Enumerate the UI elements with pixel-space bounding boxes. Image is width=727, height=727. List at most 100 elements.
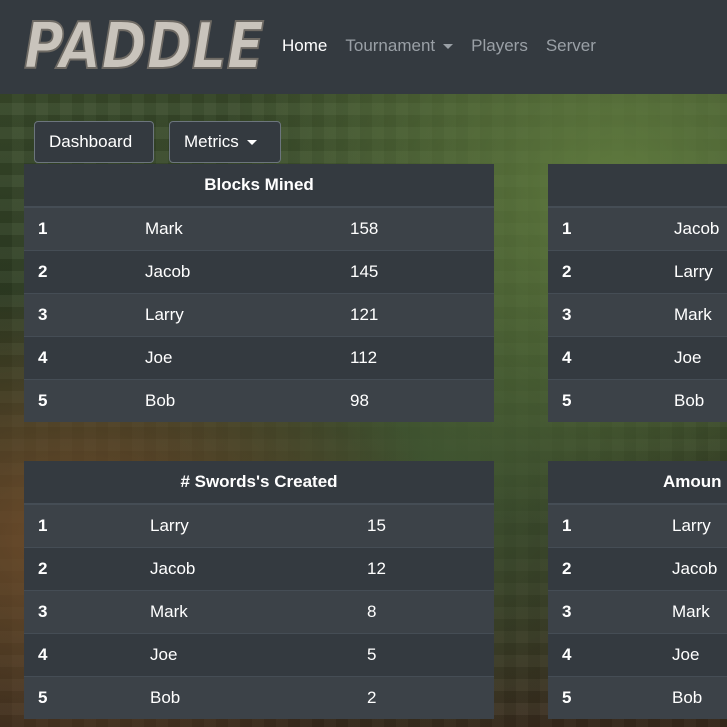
value-cell: 15 bbox=[367, 516, 386, 535]
rank-cell: 3 bbox=[562, 602, 572, 621]
value-cell: 145 bbox=[350, 262, 379, 281]
rank-cell: 2 bbox=[38, 262, 48, 281]
table-row: 5 Bob bbox=[548, 379, 727, 422]
metrics-button-label: Metrics bbox=[184, 132, 239, 151]
value-cell: 121 bbox=[350, 305, 379, 324]
table-title: Blocks Mined bbox=[24, 164, 494, 207]
player-name-cell: Joe bbox=[674, 348, 702, 367]
player-name-cell: Bob bbox=[674, 391, 705, 410]
player-name-cell: Mark bbox=[674, 305, 712, 324]
rank-cell: 1 bbox=[562, 219, 572, 238]
table-body: 1 Larry 15 2 Jacob 12 3 Mark 8 4 Joe 5 5… bbox=[24, 504, 494, 719]
rank-cell: 5 bbox=[562, 391, 572, 410]
table-row: 3 Mark bbox=[548, 293, 727, 336]
nav-players-label: Players bbox=[471, 36, 528, 55]
table-row: 1 Jacob bbox=[548, 207, 727, 250]
value-cell: 12 bbox=[367, 559, 386, 578]
blocks-mined-table: Blocks Mined 1 Mark 158 2 Jacob 145 3 La… bbox=[24, 164, 494, 422]
nav-home-label: Home bbox=[282, 36, 328, 55]
value-cell: 98 bbox=[350, 391, 369, 410]
value-cell: 112 bbox=[350, 348, 378, 367]
brand-logo-text: PADDLE bbox=[24, 10, 264, 76]
player-name-cell: Jacob bbox=[145, 262, 191, 281]
nav-home[interactable]: Home bbox=[282, 36, 327, 56]
table-row: 5 Bob bbox=[548, 676, 727, 719]
table-row: 2 Jacob bbox=[548, 547, 727, 590]
navbar: PADDLE Home Tournament Players Server bbox=[0, 0, 727, 94]
player-name-cell: Larry bbox=[674, 262, 713, 281]
table-row: 2 Larry bbox=[548, 250, 727, 293]
table-row: 4 Joe 112 bbox=[24, 336, 494, 379]
player-name-cell: Joe bbox=[150, 645, 178, 664]
player-name-cell: Jacob bbox=[674, 219, 720, 238]
table-row: 5 Bob 2 bbox=[24, 676, 494, 719]
top-right-table: 1 Jacob 2 Larry 3 Mark 4 Joe 5 Bob bbox=[548, 164, 727, 422]
value-cell: 8 bbox=[367, 602, 377, 621]
table-row: 5 Bob 98 bbox=[24, 379, 494, 422]
player-name-cell: Larry bbox=[145, 305, 184, 324]
nav-tournament-dropdown[interactable]: Tournament bbox=[345, 36, 454, 56]
table-row: 2 Jacob 145 bbox=[24, 250, 494, 293]
table-row: 4 Joe 5 bbox=[24, 633, 494, 676]
rank-cell: 2 bbox=[562, 559, 572, 578]
dashboard-button[interactable]: Dashboard bbox=[34, 121, 154, 163]
player-name-cell: Jacob bbox=[672, 559, 718, 578]
value-cell: 158 bbox=[350, 219, 379, 238]
table-row: 2 Jacob 12 bbox=[24, 547, 494, 590]
chevron-down-icon bbox=[246, 139, 257, 145]
nav-server[interactable]: Server bbox=[546, 36, 596, 56]
table-row: 1 Larry bbox=[548, 504, 727, 547]
table-row: 4 Joe bbox=[548, 336, 727, 379]
player-name-cell: Joe bbox=[145, 348, 173, 367]
rank-cell: 5 bbox=[562, 688, 572, 707]
rank-cell: 1 bbox=[38, 516, 48, 535]
swords-created-table: # Swords's Created 1 Larry 15 2 Jacob 12… bbox=[24, 461, 494, 719]
player-name-cell: Jacob bbox=[150, 559, 196, 578]
player-name-cell: Mark bbox=[150, 602, 188, 621]
player-name-cell: Mark bbox=[145, 219, 183, 238]
nav-server-label: Server bbox=[545, 36, 596, 55]
rank-cell: 4 bbox=[38, 348, 48, 367]
table-row: 3 Larry 121 bbox=[24, 293, 494, 336]
table-row: 4 Joe bbox=[548, 633, 727, 676]
rank-cell: 3 bbox=[38, 602, 48, 621]
table-row: 3 Mark bbox=[548, 590, 727, 633]
nav-tournament-label: Tournament bbox=[345, 36, 436, 55]
player-name-cell: Larry bbox=[150, 516, 189, 535]
value-cell: 5 bbox=[367, 645, 377, 664]
nav-links: Home Tournament Players Server bbox=[282, 36, 614, 56]
metrics-dropdown-button[interactable]: Metrics bbox=[169, 121, 281, 163]
rank-cell: 5 bbox=[38, 391, 48, 410]
player-name-cell: Larry bbox=[672, 516, 711, 535]
value-cell: 2 bbox=[367, 688, 377, 707]
table-title: Amoun bbox=[548, 461, 727, 504]
table-row: 1 Larry 15 bbox=[24, 504, 494, 547]
table-body: 1 Larry 2 Jacob 3 Mark 4 Joe 5 Bob bbox=[548, 504, 727, 719]
table-row: 1 Mark 158 bbox=[24, 207, 494, 250]
rank-cell: 4 bbox=[562, 348, 572, 367]
player-name-cell: Bob bbox=[672, 688, 703, 707]
table-body: 1 Jacob 2 Larry 3 Mark 4 Joe 5 Bob bbox=[548, 207, 727, 422]
player-name-cell: Mark bbox=[672, 602, 710, 621]
table-body: 1 Mark 158 2 Jacob 145 3 Larry 121 4 Joe… bbox=[24, 207, 494, 422]
rank-cell: 1 bbox=[38, 219, 48, 238]
dashboard-button-label: Dashboard bbox=[49, 132, 133, 151]
nav-players[interactable]: Players bbox=[471, 36, 528, 56]
player-name-cell: Joe bbox=[672, 645, 700, 664]
rank-cell: 4 bbox=[38, 645, 48, 664]
rank-cell: 4 bbox=[562, 645, 572, 664]
rank-cell: 3 bbox=[562, 305, 572, 324]
bottom-right-table: Amoun 1 Larry 2 Jacob 3 Mark 4 Joe 5 Bob bbox=[548, 461, 727, 719]
rank-cell: 2 bbox=[38, 559, 48, 578]
player-name-cell: Bob bbox=[150, 688, 181, 707]
rank-cell: 3 bbox=[38, 305, 48, 324]
table-row: 3 Mark 8 bbox=[24, 590, 494, 633]
player-name-cell: Bob bbox=[145, 391, 176, 410]
brand-logo[interactable]: PADDLE bbox=[22, 10, 268, 76]
rank-cell: 1 bbox=[562, 516, 572, 535]
table-title bbox=[548, 164, 727, 207]
rank-cell: 2 bbox=[562, 262, 572, 281]
chevron-down-icon bbox=[443, 43, 454, 49]
rank-cell: 5 bbox=[38, 688, 48, 707]
table-title: # Swords's Created bbox=[24, 461, 494, 504]
